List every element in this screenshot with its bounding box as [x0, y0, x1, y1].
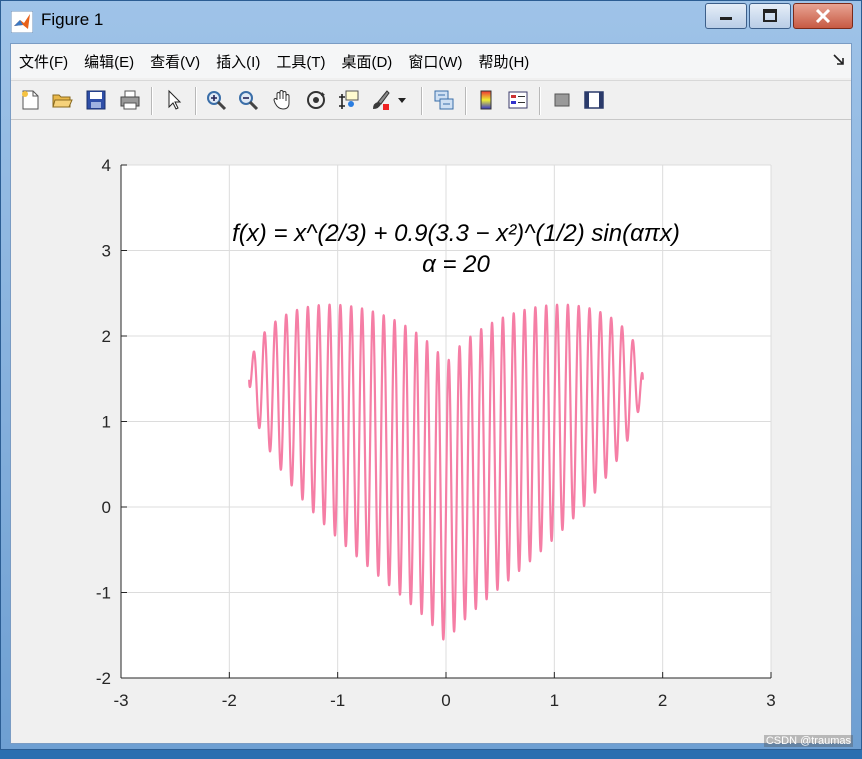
- print-button[interactable]: [117, 87, 143, 113]
- show-plot-tools-icon: [584, 91, 604, 109]
- y-tick-label: 4: [102, 156, 111, 175]
- new-figure-icon: [22, 90, 39, 110]
- maximize-icon: [763, 9, 777, 22]
- maximize-button[interactable]: [749, 3, 791, 29]
- x-tick-label: -1: [330, 691, 345, 710]
- heart-plot[interactable]: -3 -2 -1 0 1 2 3-2-101234f(x) = x^(2/3) + 0.9(…: [11, 120, 853, 751]
- pan-hand-icon: [273, 90, 290, 110]
- y-tick-label: -2: [96, 669, 111, 688]
- menu-desktop[interactable]: 桌面(D): [333, 51, 400, 72]
- legend-icon: [508, 91, 528, 109]
- watermark: CSDN @traumas: [763, 735, 853, 747]
- y-tick-label: 2: [102, 327, 111, 346]
- x-tick-label: -3: [113, 691, 128, 710]
- link-plot-button[interactable]: [431, 87, 457, 113]
- zoom-in-button[interactable]: [203, 87, 229, 113]
- hide-plot-tools-button[interactable]: [549, 87, 575, 113]
- matlab-logo-icon: [11, 11, 33, 33]
- pointer-button[interactable]: [161, 87, 187, 113]
- menu-edit[interactable]: 编辑(E): [76, 51, 142, 72]
- colorbar-icon: [480, 90, 492, 110]
- menu-bar: 文件(F) 编辑(E) 查看(V) 插入(I) 工具(T) 桌面(D) 窗口(W…: [11, 44, 851, 78]
- y-tick-label: -1: [96, 584, 111, 603]
- print-icon: [120, 90, 140, 110]
- dock-arrow-icon[interactable]: [833, 54, 845, 66]
- pan-button[interactable]: [269, 87, 295, 113]
- minimize-button[interactable]: [705, 3, 747, 29]
- menu-help[interactable]: 帮助(H): [470, 51, 537, 72]
- data-cursor-button[interactable]: [335, 87, 361, 113]
- menu-insert[interactable]: 插入(I): [208, 51, 268, 72]
- y-tick-label: 1: [102, 413, 111, 432]
- pointer-icon: [168, 89, 182, 110]
- chevron-down-icon: [398, 98, 406, 103]
- figure-canvas[interactable]: -3 -2 -1 0 1 2 3 -2 -1 0 1 2 3 4 f(x) = x^(2/3) + 0.9(…: [11, 120, 851, 743]
- brush-icon: [373, 90, 390, 110]
- x-tick-label: 3: [766, 691, 775, 710]
- show-plot-tools-button[interactable]: [581, 87, 607, 113]
- figure-client-area: 文件(F) 编辑(E) 查看(V) 插入(I) 工具(T) 桌面(D) 窗口(W…: [10, 43, 852, 744]
- brush-dropdown[interactable]: [395, 87, 409, 113]
- close-icon: [815, 9, 831, 23]
- x-tick-label: 2: [658, 691, 667, 710]
- link-plot-icon: [434, 90, 454, 110]
- brush-button[interactable]: [367, 87, 393, 113]
- figure-window: Figure 1 文件(F) 编辑(E) 查看(V) 插入(I) 工具(T) 桌…: [0, 0, 862, 750]
- title-bar[interactable]: Figure 1: [1, 1, 861, 39]
- menu-view[interactable]: 查看(V): [142, 51, 208, 72]
- close-button[interactable]: [793, 3, 853, 29]
- y-tick-label: 3: [102, 242, 111, 261]
- zoom-out-button[interactable]: [235, 87, 261, 113]
- toolbar: [11, 80, 851, 120]
- menu-tools[interactable]: 工具(T): [268, 51, 333, 72]
- zoom-in-icon: [207, 91, 227, 111]
- rotate-3d-button[interactable]: [303, 87, 329, 113]
- x-tick-label: -2: [222, 691, 237, 710]
- colorbar-button[interactable]: [473, 87, 499, 113]
- data-cursor-icon: [339, 90, 359, 109]
- open-file-button[interactable]: [49, 87, 75, 113]
- chart-title-alpha: α = 20: [422, 251, 490, 278]
- menu-file[interactable]: 文件(F): [11, 51, 76, 72]
- new-figure-button[interactable]: [17, 87, 43, 113]
- open-file-icon: [52, 94, 73, 108]
- rotate-3d-icon: [307, 91, 325, 109]
- x-tick-label: 0: [441, 691, 450, 710]
- hide-plot-tools-icon: [554, 93, 570, 107]
- save-icon: [86, 90, 106, 110]
- minimize-icon: [720, 17, 732, 20]
- zoom-out-icon: [239, 91, 259, 111]
- legend-button[interactable]: [505, 87, 531, 113]
- window-title: Figure 1: [41, 10, 104, 29]
- y-tick-label: 0: [102, 498, 111, 517]
- menu-window[interactable]: 窗口(W): [400, 51, 470, 72]
- x-tick-label: 1: [550, 691, 559, 710]
- save-button[interactable]: [83, 87, 109, 113]
- chart-title-formula: f(x) = x^(2/3) + 0.9(3.3 − x²)^(1/2) sin…: [232, 220, 680, 247]
